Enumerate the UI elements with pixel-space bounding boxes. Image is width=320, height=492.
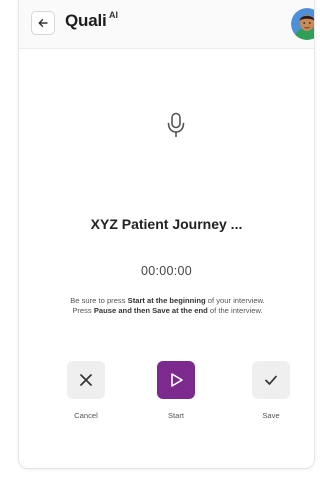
- back-button[interactable]: [31, 11, 55, 35]
- left-gutter: [0, 0, 16, 492]
- instructions-text-1: Be sure to press: [70, 296, 128, 305]
- recording-timer: 00:00:00: [140, 264, 193, 278]
- instructions-bold-2: Pause and then Save at the end: [93, 306, 208, 315]
- save-label: Save: [262, 411, 280, 420]
- x-icon: [80, 374, 92, 386]
- start-button[interactable]: [157, 361, 195, 399]
- recording-title: XYZ Patient Journey ...: [90, 216, 243, 232]
- save-button[interactable]: [252, 361, 290, 399]
- checkmark-icon: [265, 375, 277, 385]
- instructions-bold-1: Start at the beginning: [127, 296, 206, 305]
- app-name: Quali: [65, 11, 107, 30]
- avatar-icon: [291, 8, 314, 40]
- arrow-left-icon: [38, 19, 48, 27]
- cancel-button[interactable]: [67, 361, 105, 399]
- start-label: Start: [167, 411, 185, 420]
- screen: Quali AI XYZ Patient Journey ... 00:00:0…: [0, 0, 315, 492]
- recording-instructions: Be sure to press Start at the beginning …: [65, 296, 270, 316]
- recorder-panel: Quali AI XYZ Patient Journey ... 00:00:0…: [18, 0, 315, 469]
- instructions-text-3: of the interview.: [207, 306, 263, 315]
- user-avatar[interactable]: [291, 8, 314, 40]
- play-triangle-icon: [171, 373, 183, 387]
- app-header: Quali AI: [19, 0, 314, 49]
- app-name-superscript: AI: [109, 10, 118, 20]
- cancel-label: Cancel: [74, 411, 98, 420]
- microphone-icon: [167, 112, 185, 138]
